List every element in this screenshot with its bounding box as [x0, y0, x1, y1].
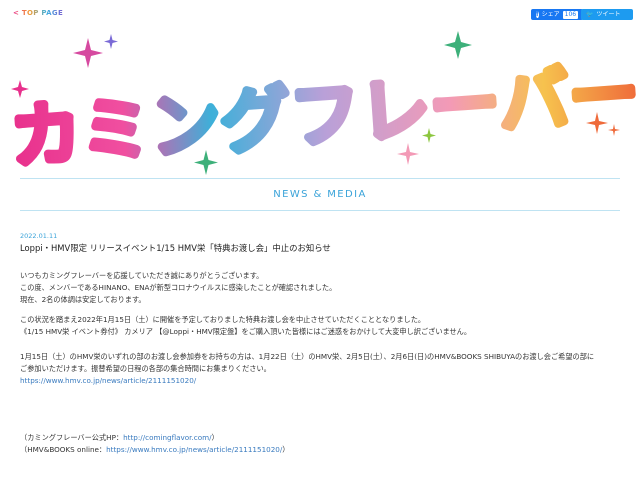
twitter-share-button[interactable]: 🐦 ツイート — [581, 9, 633, 20]
article-date: 2022.01.11 — [20, 232, 58, 240]
hero-banner: カミングフレーバー カミングフレーバー — [0, 28, 640, 187]
article-title: Loppi・HMV限定 リリースイベント1/15 HMV栄「特典お渡し会」中止の… — [20, 243, 331, 253]
facebook-icon: f — [536, 11, 539, 18]
logo-text: カミングフレーバー — [8, 53, 640, 178]
twitter-icon: 🐦 — [586, 11, 594, 18]
hero-logo: カミングフレーバー カミングフレーバー — [0, 31, 640, 187]
twitter-share-label: ツイート — [596, 11, 621, 18]
text-line: 1月15日（土）のHMV栄のいずれの部のお渡し会参加券をお持ちの方は、1月22日… — [20, 352, 595, 361]
official-site-line: （カミングフレーバー公式HP：http://comingflavor.com/） — [20, 432, 290, 444]
text-line: ご参加いただけます。振替希望の日程の各部の集合時間にお集まりください。 — [20, 364, 271, 373]
text-line: この状況を踏まえ2022年1月15日（土）に開催を予定しておりました特典お渡し会… — [20, 315, 426, 324]
text-line: 現在、2名の体調は安定しております。 — [20, 295, 146, 304]
divider-bottom — [20, 210, 620, 211]
text-line: いつもカミングフレーバーを応援していただき誠にありがとうございます。 — [20, 271, 264, 280]
facebook-share-button[interactable]: f シェア 106 — [531, 9, 583, 20]
section-title: NEWS & MEDIA — [273, 189, 367, 200]
text-line: この度、メンバーであるHINANO、ENAが新型コロナウイルスに感染したことが確… — [20, 283, 337, 292]
official-site-link[interactable]: http://comingflavor.com/ — [123, 433, 211, 442]
divider-top — [20, 178, 620, 179]
facebook-share-count: 106 — [562, 10, 579, 19]
top-page-link[interactable]: < TOP PAGE — [13, 9, 63, 17]
official-site-label: （カミングフレーバー公式HP： — [20, 433, 124, 442]
official-site-suffix: ） — [211, 433, 219, 442]
text-line: 《1/15 HMV栄 イベント券付》 カメリア 【@Loppi・HMV限定盤】を… — [20, 327, 472, 336]
paragraph-transfer: 1月15日（土）のHMV栄のいずれの部のお渡し会参加券をお持ちの方は、1月22日… — [20, 351, 594, 387]
hmv-online-label: （HMV&BOOKS online： — [20, 445, 107, 454]
hmv-news-link[interactable]: https://www.hmv.co.jp/news/article/21111… — [20, 375, 594, 387]
hmv-online-suffix: ） — [282, 445, 290, 454]
top-bar: < TOP PAGE f シェア 106 🐦 ツイート — [0, 0, 640, 28]
paragraph-intro: いつもカミングフレーバーを応援していただき誠にありがとうございます。 この度、メ… — [20, 270, 336, 306]
paragraph-links: （カミングフレーバー公式HP：http://comingflavor.com/）… — [20, 432, 290, 456]
facebook-share-label: シェア — [541, 11, 560, 18]
hmv-online-line: （HMV&BOOKS online：https://www.hmv.co.jp/… — [20, 444, 290, 456]
paragraph-cancellation: この状況を踏まえ2022年1月15日（土）に開催を予定しておりました特典お渡し会… — [20, 314, 471, 338]
hmv-online-link[interactable]: https://www.hmv.co.jp/news/article/21111… — [106, 445, 282, 454]
